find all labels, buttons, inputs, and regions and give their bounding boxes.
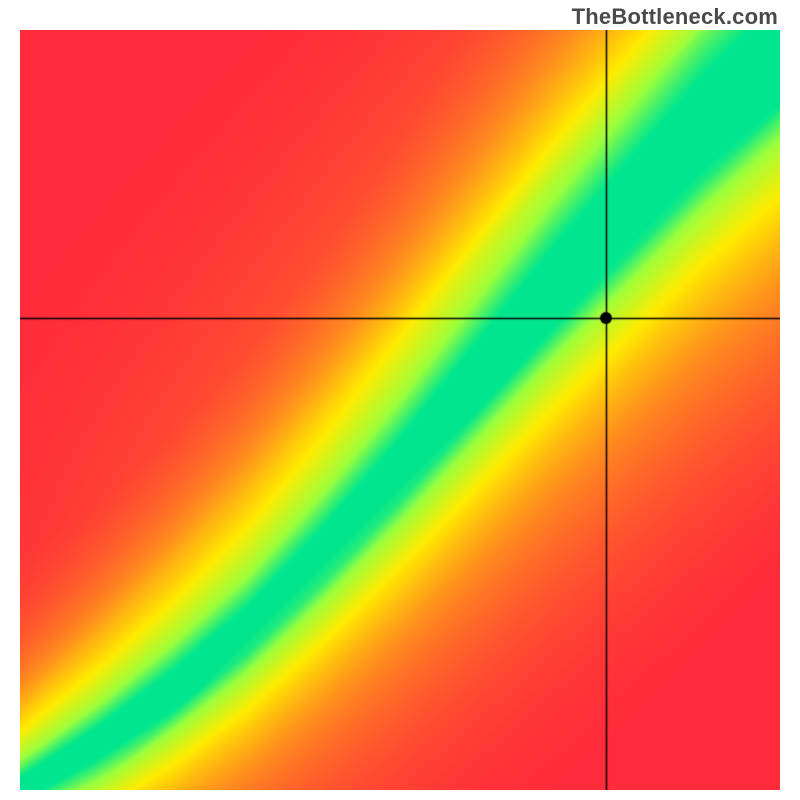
- heatmap-plot: [20, 30, 780, 790]
- chart-container: TheBottleneck.com: [0, 0, 800, 800]
- heatmap-canvas: [20, 30, 780, 790]
- watermark-text: TheBottleneck.com: [572, 4, 778, 30]
